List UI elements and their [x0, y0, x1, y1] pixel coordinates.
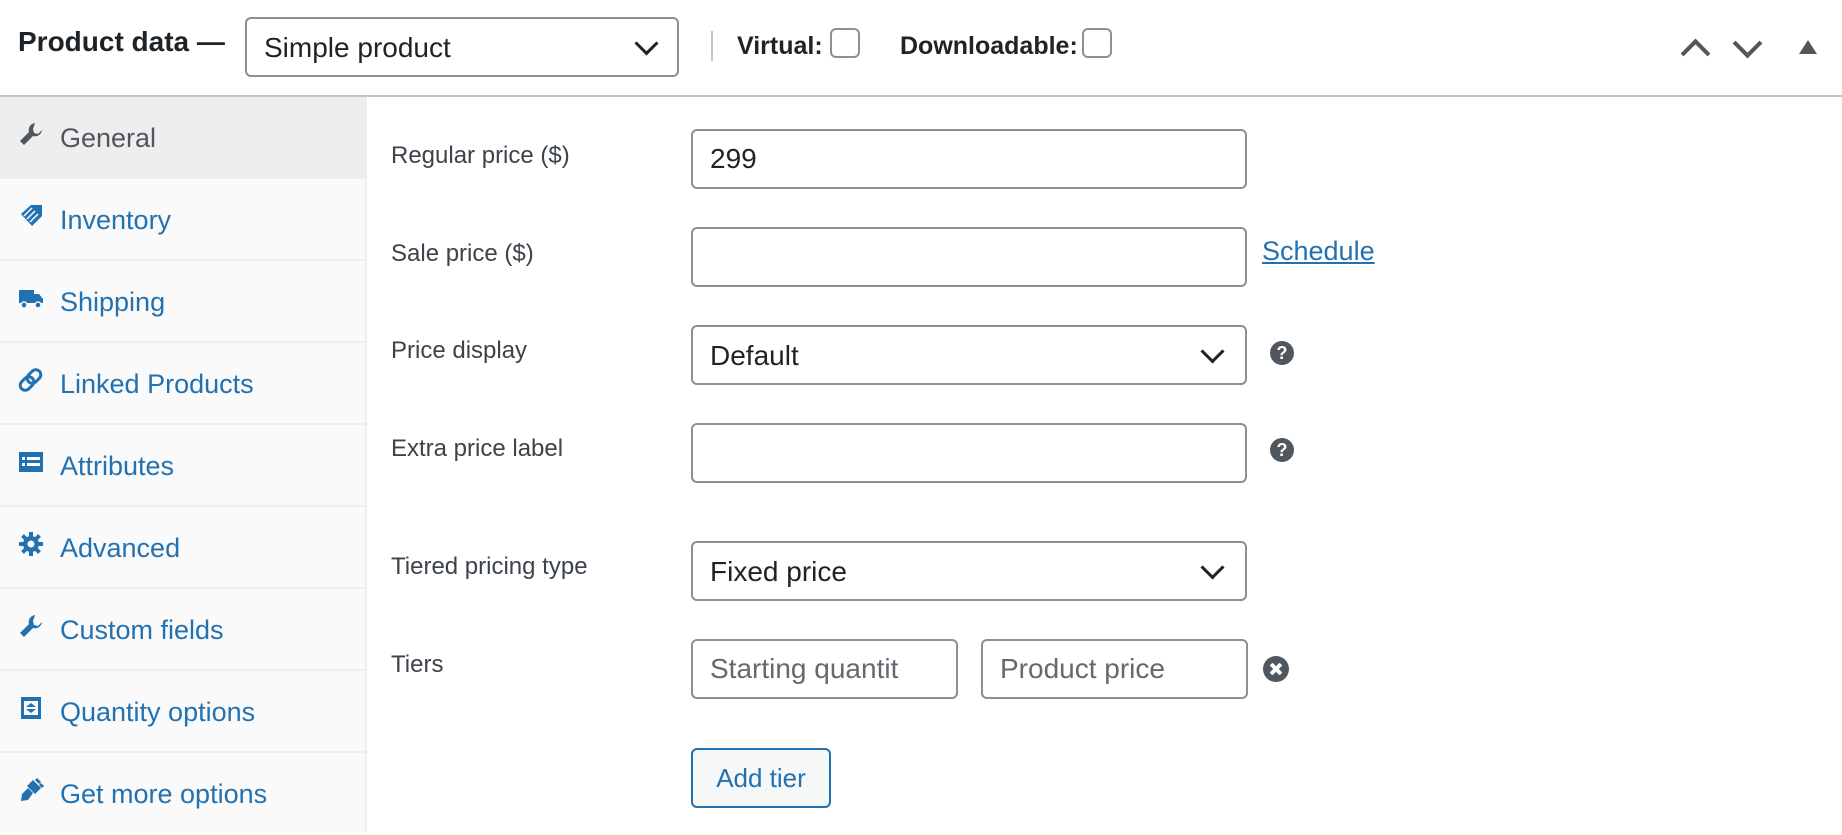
- sale-price-label: Sale price ($): [391, 240, 534, 267]
- schedule-link[interactable]: Schedule: [1262, 236, 1375, 267]
- tab-custom-fields[interactable]: Custom fields: [0, 589, 365, 671]
- tab-quantity-options[interactable]: Quantity options: [0, 671, 365, 753]
- product-data-header: Product data — Simple product Virtual: D…: [0, 0, 1842, 97]
- wrench-icon: [20, 123, 42, 145]
- virtual-checkbox[interactable]: [830, 28, 860, 58]
- extra-price-label: Extra price label: [391, 435, 564, 462]
- help-icon[interactable]: ?: [1270, 438, 1294, 462]
- tab-shipping[interactable]: Shipping: [0, 261, 365, 343]
- tab-label: Shipping: [60, 287, 166, 317]
- move-down-icon[interactable]: [1732, 28, 1763, 59]
- starting-quantity-input[interactable]: [691, 639, 958, 699]
- price-display-label: Price display: [391, 337, 528, 364]
- tab-label: Quantity options: [60, 697, 256, 727]
- add-tier-button[interactable]: Add tier: [691, 748, 831, 808]
- list-icon: [19, 452, 43, 472]
- regular-price-label: Regular price ($): [391, 142, 570, 169]
- product-type-value: Simple product: [264, 32, 451, 63]
- move-up-icon[interactable]: [1680, 38, 1711, 69]
- price-display-value: Default: [710, 340, 799, 371]
- quantity-icon: [21, 697, 41, 719]
- remove-tier-icon[interactable]: [1263, 656, 1289, 682]
- tab-get-more-options[interactable]: Get more options: [0, 753, 365, 835]
- tab-label: Attributes: [60, 451, 175, 481]
- tiers-label: Tiers: [391, 651, 444, 678]
- truck-icon: [19, 290, 43, 309]
- tab-label: Get more options: [60, 779, 268, 809]
- chevron-down-icon: [1200, 555, 1225, 580]
- tab-label: Inventory: [60, 205, 172, 235]
- product-data-tabs: General Inventory Shipping Linked Produc…: [0, 97, 367, 832]
- wrench-icon: [20, 615, 42, 637]
- tab-inventory[interactable]: Inventory: [0, 179, 365, 261]
- tag-icon: [21, 205, 42, 226]
- gear-icon: [19, 532, 43, 556]
- tab-general[interactable]: General: [0, 97, 365, 179]
- product-price-input[interactable]: [981, 639, 1248, 699]
- collapse-toggle-icon[interactable]: [1799, 40, 1817, 54]
- plugin-icon: [21, 777, 44, 801]
- extra-price-input[interactable]: [691, 423, 1247, 483]
- tab-label: Advanced: [60, 533, 181, 563]
- regular-price-input[interactable]: [691, 129, 1247, 189]
- tiered-pricing-type-value: Fixed price: [710, 556, 847, 587]
- tab-label: Custom fields: [60, 615, 224, 645]
- product-type-select[interactable]: Simple product: [245, 17, 679, 77]
- downloadable-checkbox[interactable]: [1082, 28, 1112, 58]
- price-display-select[interactable]: Default: [691, 325, 1247, 385]
- tab-advanced[interactable]: Advanced: [0, 507, 365, 589]
- tiered-pricing-type-select[interactable]: Fixed price: [691, 541, 1247, 601]
- virtual-label: Virtual:: [737, 32, 823, 60]
- link-icon: [18, 368, 43, 392]
- header-divider: [711, 31, 713, 61]
- product-data-title: Product data —: [18, 26, 225, 57]
- tab-label: Linked Products: [60, 369, 254, 399]
- tab-attributes[interactable]: Attributes: [0, 425, 365, 507]
- tab-label: General: [60, 123, 157, 153]
- chevron-down-icon: [634, 31, 659, 56]
- help-icon[interactable]: ?: [1270, 341, 1294, 365]
- sale-price-input[interactable]: [691, 227, 1247, 287]
- tab-linked-products[interactable]: Linked Products: [0, 343, 365, 425]
- chevron-down-icon: [1200, 339, 1225, 364]
- downloadable-label: Downloadable:: [900, 32, 1078, 60]
- tiered-pricing-type-label: Tiered pricing type: [391, 553, 588, 580]
